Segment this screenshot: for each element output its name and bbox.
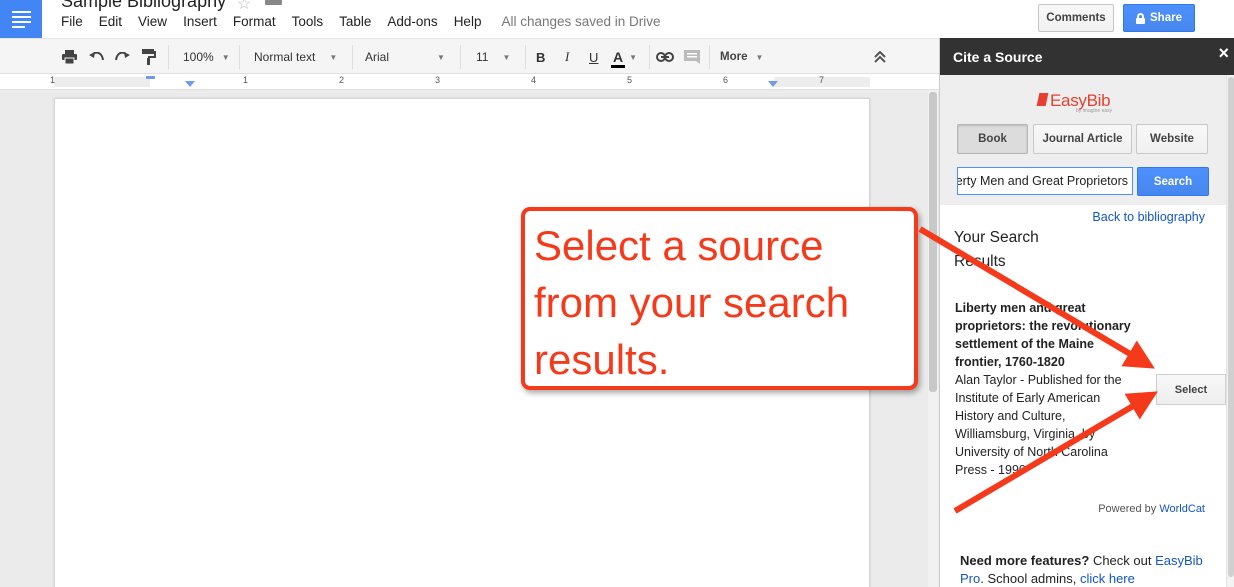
menu-help[interactable]: Help <box>454 14 482 29</box>
text-color-button[interactable]: A ▼ <box>610 39 638 75</box>
more-features-label: Need more features? <box>960 553 1090 568</box>
style-select[interactable]: Normal text ▼ <box>254 39 337 75</box>
caret-down-icon: ▼ <box>437 52 445 62</box>
document-title[interactable]: Sample Bibliography <box>61 0 226 12</box>
docs-home-icon[interactable] <box>0 0 42 38</box>
italic-button[interactable]: I <box>565 39 569 75</box>
caret-down-icon: ▼ <box>221 52 230 62</box>
left-indent-marker[interactable] <box>185 81 195 87</box>
font-size-select[interactable]: 11 ▼ <box>476 39 510 75</box>
search-button[interactable]: Search <box>1137 167 1209 196</box>
zoom-value: 100% <box>183 50 214 64</box>
share-label: Share <box>1150 12 1182 24</box>
ruler-number: 2 <box>339 75 345 85</box>
ruler-number: 5 <box>627 75 633 85</box>
ruler-left-margin <box>54 77 150 87</box>
more-label: More <box>720 51 748 63</box>
results-heading: Your Search Results <box>954 229 1039 270</box>
comments-button[interactable]: Comments <box>1038 4 1114 32</box>
redo-icon[interactable] <box>115 39 130 75</box>
menu-view[interactable]: View <box>138 14 167 29</box>
menu-addons[interactable]: Add-ons <box>387 14 437 29</box>
folder-icon[interactable] <box>265 0 282 5</box>
first-line-indent-marker[interactable] <box>146 76 155 79</box>
menu-tools[interactable]: Tools <box>292 14 324 29</box>
result-details: Alan Taylor - Published for the Institut… <box>955 373 1122 477</box>
menu-edit[interactable]: Edit <box>99 14 122 29</box>
document-scrollbar[interactable] <box>928 90 938 587</box>
caret-down-icon: ▼ <box>329 52 338 62</box>
menu-table[interactable]: Table <box>339 14 371 29</box>
menu-insert[interactable]: Insert <box>183 14 217 29</box>
result-title: Liberty men and great proprietors: the r… <box>955 301 1131 369</box>
ruler[interactable]: 1 1 2 3 4 5 6 7 <box>0 74 939 90</box>
paint-format-icon[interactable] <box>142 39 156 75</box>
caret-down-icon: ▼ <box>502 52 511 62</box>
ruler-number: 7 <box>819 75 825 85</box>
style-value: Normal text <box>254 50 316 64</box>
select-source-button[interactable]: Select <box>1156 374 1226 405</box>
print-icon[interactable] <box>62 39 77 75</box>
undo-icon[interactable] <box>89 39 104 75</box>
lock-icon <box>1136 12 1146 24</box>
share-button[interactable]: Share <box>1123 4 1195 32</box>
more-menu[interactable]: More ▼ <box>720 39 763 75</box>
journal-article-tab-button[interactable]: Journal Article <box>1033 124 1132 154</box>
ruler-number: 4 <box>531 75 537 85</box>
more-text-2: . School admins, <box>980 571 1080 586</box>
star-icon[interactable]: ☆ <box>237 0 251 14</box>
powered-by: Powered by WorldCat <box>1098 503 1205 515</box>
instruction-callout: Select a source from your search results… <box>521 207 918 390</box>
save-status: All changes saved in Drive <box>501 14 661 29</box>
website-tab-button[interactable]: Website <box>1136 124 1208 154</box>
easybib-logo-icon <box>1036 93 1049 106</box>
caret-down-icon: ▼ <box>755 52 764 62</box>
ruler-number: 1 <box>243 75 249 85</box>
zoom-select[interactable]: 100% ▼ <box>183 39 230 75</box>
menu-file[interactable]: File <box>61 14 83 29</box>
scrollbar-thumb[interactable] <box>929 92 937 392</box>
font-select[interactable]: Arial ▼ <box>365 39 445 75</box>
underline-button[interactable]: U <box>589 39 598 75</box>
font-value: Arial <box>365 50 390 64</box>
right-indent-marker[interactable] <box>768 81 778 87</box>
sidebar-header: Cite a Source × <box>940 38 1234 75</box>
caret-down-icon: ▼ <box>629 52 638 62</box>
scrollbar-thumb[interactable] <box>1228 77 1234 577</box>
bold-button[interactable]: B <box>536 39 545 75</box>
close-icon[interactable]: × <box>1218 43 1229 64</box>
back-to-bibliography-link[interactable]: Back to bibliography <box>1092 210 1205 224</box>
search-input[interactable]: Liberty Men and Great Proprietors <box>957 167 1133 195</box>
menu-format[interactable]: Format <box>233 14 276 29</box>
sidebar-scrollbar[interactable] <box>1226 75 1234 587</box>
ruler-number: 6 <box>723 75 729 85</box>
school-admins-link[interactable]: click here <box>1080 571 1135 586</box>
comment-icon[interactable] <box>684 39 700 75</box>
link-icon[interactable] <box>656 39 674 75</box>
cite-source-sidebar: Cite a Source × EasyBib by imagine easy … <box>939 38 1234 587</box>
ruler-number: 3 <box>435 75 441 85</box>
powered-prefix: Powered by <box>1098 503 1160 515</box>
text-color-icon: A <box>610 49 626 68</box>
menu-bar: File Edit View Insert Format Tools Table… <box>61 14 661 29</box>
ruler-number: 1 <box>50 75 56 85</box>
sidebar-title: Cite a Source <box>953 48 1043 65</box>
formatting-toolbar: 100% ▼ Normal text ▼ Arial ▼ 11 ▼ B I U A ▼ M… <box>0 38 939 74</box>
book-tab-button[interactable]: Book <box>957 124 1028 154</box>
font-size-value: 11 <box>476 50 489 64</box>
worldcat-link[interactable]: WorldCat <box>1159 503 1205 515</box>
collapse-toolbar-icon[interactable] <box>874 39 886 75</box>
logo-subtext: by imagine easy <box>1076 108 1113 114</box>
easybib-logo: EasyBib by imagine easy <box>1036 91 1113 114</box>
callout-text: Select a source from your search results… <box>534 222 850 383</box>
more-text: Check out <box>1089 553 1156 568</box>
upgrade-notice: Need more features? Check out EasyBib Pr… <box>960 552 1215 587</box>
